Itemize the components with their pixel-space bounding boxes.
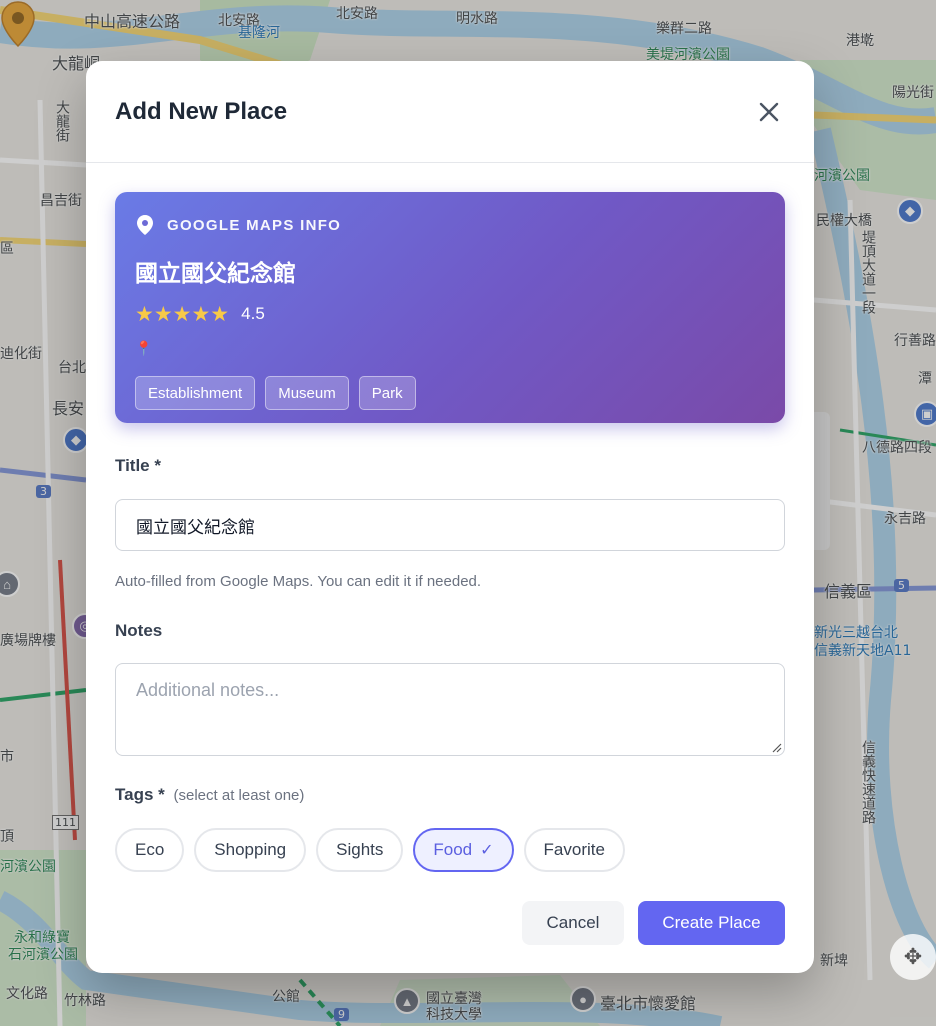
tag-shopping[interactable]: Shopping xyxy=(194,828,307,872)
tag-food[interactable]: Food ✓ xyxy=(413,828,514,872)
place-types: Establishment Museum Park xyxy=(135,376,765,410)
modal-actions: Cancel Create Place xyxy=(115,901,785,945)
tag-sights[interactable]: Sights xyxy=(316,828,404,872)
rating-row: ★★★★★ 4.5 xyxy=(135,302,765,326)
modal-body: GOOGLE MAPS INFO 國立國父紀念館 ★★★★★ 4.5 📍 Est… xyxy=(86,163,814,945)
rating-stars-icon: ★★★★★ xyxy=(135,302,230,326)
tags-label: Tags * (select at least one) xyxy=(115,785,785,805)
close-icon xyxy=(759,102,779,121)
tag-favorite[interactable]: Favorite xyxy=(523,828,625,872)
tag-eco[interactable]: Eco xyxy=(115,828,185,872)
tag-label: Shopping xyxy=(214,840,287,859)
move-arrows-icon[interactable]: ✥ xyxy=(890,934,936,980)
address-pin-icon: 📍 xyxy=(135,340,153,356)
info-card-label: GOOGLE MAPS INFO xyxy=(167,216,342,234)
notes-placeholder: Additional notes... xyxy=(136,680,280,700)
close-button[interactable] xyxy=(754,97,784,127)
rating-value: 4.5 xyxy=(241,304,265,323)
title-input[interactable]: 國立國父紀念館 xyxy=(115,499,785,551)
tag-label: Eco xyxy=(135,840,165,859)
google-maps-info-card: GOOGLE MAPS INFO 國立國父紀念館 ★★★★★ 4.5 📍 Est… xyxy=(115,192,785,423)
modal-title: Add New Place xyxy=(115,97,288,125)
place-type-chip: Museum xyxy=(265,376,349,410)
resize-handle-icon[interactable] xyxy=(770,741,782,753)
place-type-chip: Establishment xyxy=(135,376,256,410)
tags-sublabel: (select at least one) xyxy=(173,787,305,804)
tags-label-text: Tags * xyxy=(115,785,165,804)
tag-label: Favorite xyxy=(543,840,605,859)
title-help-text: Auto-filled from Google Maps. You can ed… xyxy=(115,573,482,590)
tag-label: Food xyxy=(433,840,473,859)
notes-textarea[interactable]: Additional notes... xyxy=(115,663,785,756)
check-icon: ✓ xyxy=(480,842,494,859)
title-label: Title * xyxy=(115,456,161,475)
tags-group: Eco Shopping Sights Food ✓ Favorite xyxy=(115,828,785,872)
tag-label: Sights xyxy=(336,840,384,859)
place-type-chip: Park xyxy=(358,376,416,410)
location-pin-icon xyxy=(137,215,153,235)
notes-label: Notes xyxy=(115,621,163,640)
place-name: 國立國父紀念館 xyxy=(135,261,296,287)
add-place-modal: Add New Place GOOGLE MAPS INFO 國立國父紀念館 ★… xyxy=(86,61,814,973)
info-card-header: GOOGLE MAPS INFO xyxy=(135,214,765,236)
cancel-button[interactable]: Cancel xyxy=(522,901,624,945)
create-place-button[interactable]: Create Place xyxy=(638,901,785,945)
modal-header: Add New Place xyxy=(86,61,814,163)
